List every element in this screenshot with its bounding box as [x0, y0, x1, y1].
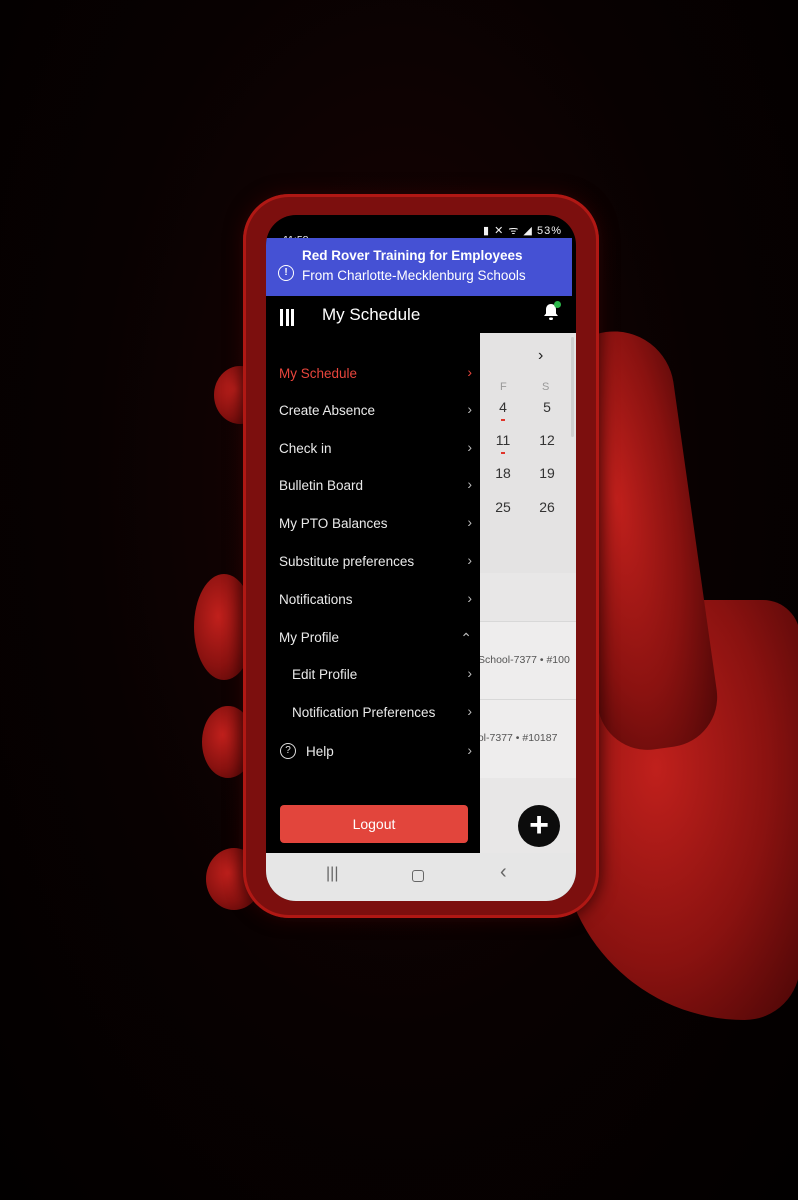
drawer-item-notifications[interactable]: Notifications ›: [266, 583, 480, 617]
system-nav-bar: ||| ‹: [266, 853, 576, 901]
calendar-day[interactable]: 12: [532, 432, 562, 448]
status-indicator-icons: ▮ ✕ ᯤ ◢: [482, 225, 533, 237]
calendar-day[interactable]: 11: [488, 432, 518, 448]
drawer-item-label: Substitute preferences: [279, 554, 415, 569]
calendar-day[interactable]: 4: [488, 399, 518, 415]
drawer-item-pto-balances[interactable]: My PTO Balances ›: [266, 507, 480, 541]
drawer-item-create-absence[interactable]: Create Absence ›: [266, 394, 480, 428]
chevron-right-icon: ›: [467, 590, 472, 606]
drawer-item-label: Check in: [279, 441, 332, 456]
calendar-day[interactable]: 5: [532, 399, 562, 415]
chevron-right-icon: ›: [467, 364, 472, 380]
chevron-up-icon: ⌃: [460, 630, 472, 646]
alert-circle-icon: !: [278, 265, 294, 281]
event-marker: [501, 419, 505, 421]
recent-apps-button[interactable]: |||: [326, 865, 338, 883]
chevron-right-icon: ›: [467, 742, 472, 758]
chevron-right-icon: ›: [467, 703, 472, 719]
drawer-item-label: My Profile: [279, 630, 340, 645]
drawer-item-label: Bulletin Board: [279, 478, 364, 493]
drawer-item-help[interactable]: ? Help ›: [266, 735, 480, 769]
drawer-item-label: Notification Preferences: [292, 705, 436, 720]
chevron-right-icon: ›: [467, 439, 472, 455]
calendar-day[interactable]: 25: [488, 499, 518, 515]
menu-icon[interactable]: [280, 309, 294, 326]
drawer-item-bulletin-board[interactable]: Bulletin Board ›: [266, 469, 480, 503]
battery-percentage: 53%: [536, 225, 562, 237]
drawer-item-my-schedule[interactable]: My Schedule ›: [266, 357, 480, 391]
chevron-right-icon: ›: [467, 476, 472, 492]
drawer-item-edit-profile[interactable]: Edit Profile ›: [266, 658, 480, 692]
navigation-drawer: My Schedule › Create Absence › Check in …: [266, 333, 480, 853]
assignment-detail: ool-7377 • #10187: [472, 732, 558, 744]
next-month-button[interactable]: ›: [538, 347, 543, 365]
calendar-day[interactable]: 26: [532, 499, 562, 515]
chevron-right-icon: ›: [467, 401, 472, 417]
drawer-item-check-in[interactable]: Check in ›: [266, 432, 480, 466]
drawer-item-my-profile[interactable]: My Profile ⌃: [266, 621, 480, 655]
drawer-item-label: My Schedule: [279, 366, 358, 381]
back-button[interactable]: ‹: [500, 861, 507, 884]
assignment-row[interactable]: School-7377 • #100: [478, 621, 576, 700]
status-bar: 11:58 ▮ ✕ ᯤ ◢ 53%: [266, 215, 576, 246]
phone-screen: 11:58 ▮ ✕ ᯤ ◢ 53% ! Red Rover Training f…: [266, 215, 576, 901]
notification-dot: [554, 301, 561, 308]
assignment-row[interactable]: ool-7377 • #10187: [472, 699, 576, 778]
notification-banner[interactable]: ! Red Rover Training for Employees From …: [266, 238, 572, 296]
status-icons: ▮ ✕ ᯤ ◢ 53%: [483, 223, 562, 238]
page-title: My Schedule: [322, 305, 421, 324]
drawer-item-label: Notifications: [279, 592, 353, 607]
home-button[interactable]: [412, 870, 424, 882]
help-circle-icon: ?: [280, 743, 296, 759]
calendar-day[interactable]: 18: [488, 465, 518, 481]
calendar-day[interactable]: 19: [532, 465, 562, 481]
assignment-detail: School-7377 • #100: [478, 654, 570, 666]
bell-icon[interactable]: [542, 301, 561, 322]
chevron-right-icon: ›: [467, 665, 472, 681]
chevron-right-icon: ›: [467, 552, 472, 568]
logout-button[interactable]: Logout: [280, 805, 468, 843]
drawer-item-label: Edit Profile: [292, 667, 358, 682]
drawer-item-label: Create Absence: [279, 403, 376, 418]
banner-subtitle: From Charlotte-Mecklenburg Schools: [302, 268, 526, 283]
weekday-label: S: [542, 381, 550, 393]
drawer-item-notification-preferences[interactable]: Notification Preferences ›: [266, 696, 480, 730]
app-bar: My Schedule: [266, 297, 576, 333]
weekday-label: F: [500, 381, 507, 393]
drawer-item-label: My PTO Balances: [279, 516, 388, 531]
scrollbar[interactable]: [571, 337, 574, 437]
drawer-item-label: Help: [306, 744, 334, 759]
event-marker: [501, 452, 505, 454]
calendar: › F S 4 5 11 12 18 19 25 26: [480, 333, 576, 573]
banner-title: Red Rover Training for Employees: [302, 248, 523, 263]
chevron-right-icon: ›: [467, 514, 472, 530]
add-button[interactable]: +: [518, 805, 560, 847]
drawer-item-substitute-preferences[interactable]: Substitute preferences ›: [266, 545, 480, 579]
